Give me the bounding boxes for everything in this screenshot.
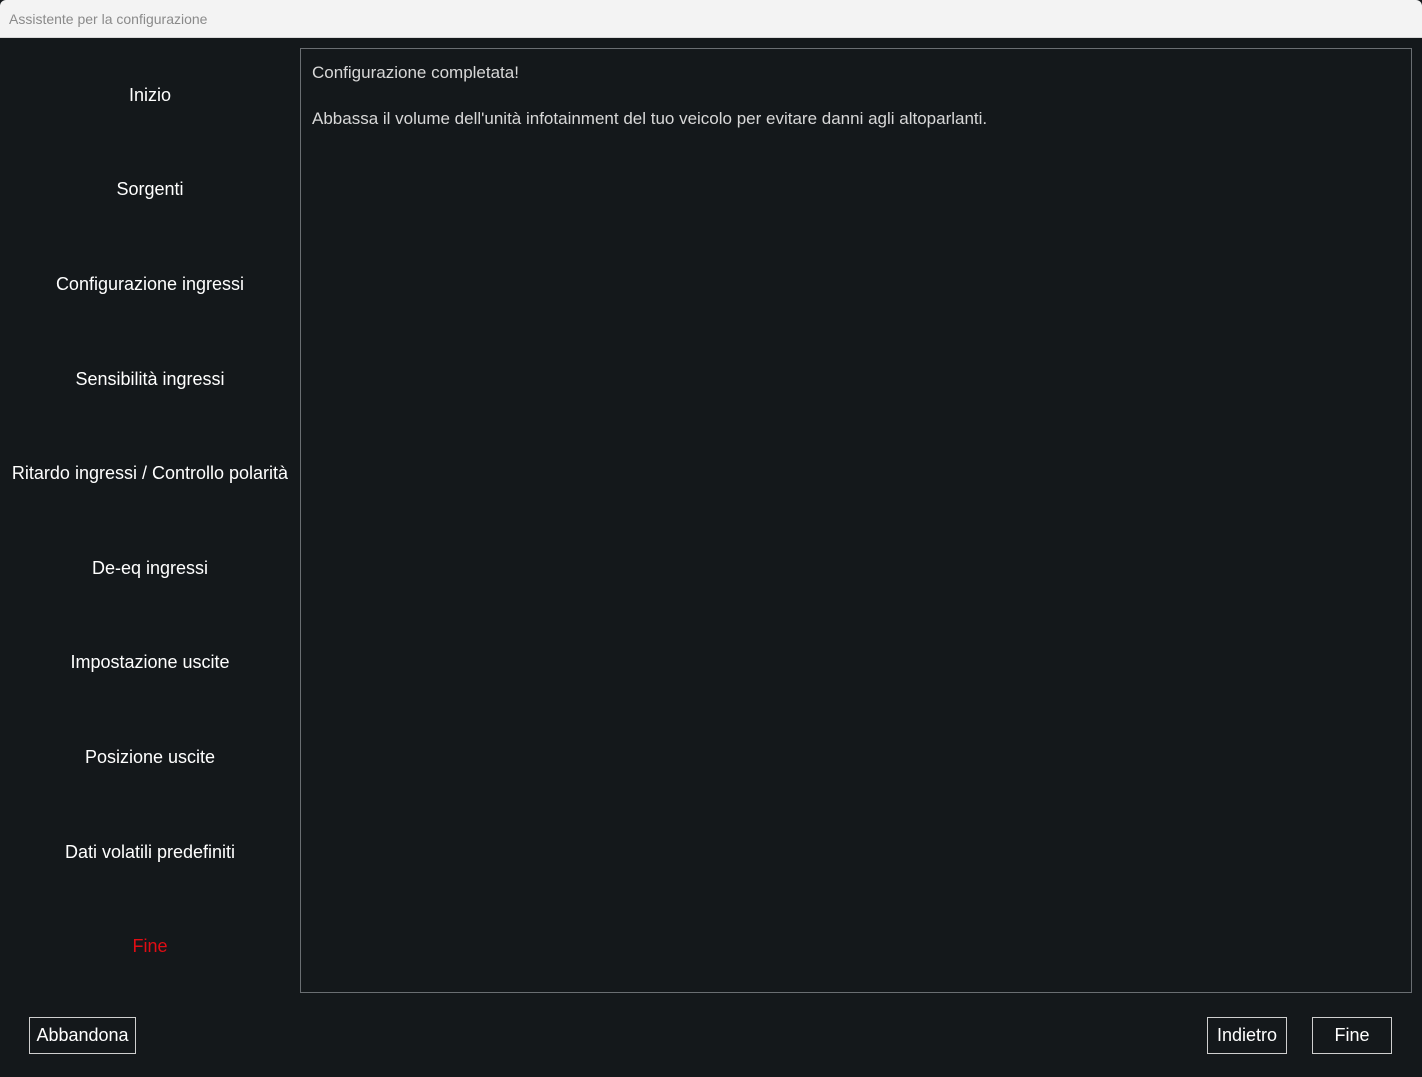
- abandon-button[interactable]: Abbandona: [29, 1017, 136, 1054]
- step-label: Impostazione uscite: [70, 652, 230, 673]
- step-configurazione-ingressi[interactable]: Configurazione ingressi: [0, 237, 300, 332]
- back-button[interactable]: Indietro: [1207, 1017, 1287, 1054]
- step-dati-volatili[interactable]: Dati volatili predefiniti: [0, 805, 300, 900]
- window-title: Assistente per la configurazione: [9, 11, 208, 27]
- completion-heading: Configurazione completata!: [312, 63, 519, 82]
- wizard-steps-sidebar: Inizio Sorgenti Configurazione ingressi …: [0, 48, 300, 994]
- content-panel: Configurazione completata! Abbassa il vo…: [300, 48, 1412, 993]
- step-label: De-eq ingressi: [91, 557, 209, 578]
- step-posizione-uscite[interactable]: Posizione uscite: [0, 710, 300, 805]
- step-ritardo-polarita[interactable]: Ritardo ingressi / Controllo polarità: [0, 426, 300, 521]
- step-label: Dati volatili predefiniti: [64, 841, 236, 862]
- step-label: Sorgenti: [116, 179, 184, 200]
- step-impostazione-uscite[interactable]: Impostazione uscite: [0, 616, 300, 711]
- step-label: Sensibilità ingressi: [75, 368, 225, 389]
- step-de-eq-ingressi[interactable]: De-eq ingressi: [0, 521, 300, 616]
- step-label: Inizio: [128, 84, 172, 105]
- title-bar[interactable]: Assistente per la configurazione: [0, 0, 1422, 38]
- step-label: Posizione uscite: [84, 746, 216, 767]
- completion-message: Abbassa il volume dell'unità infotainmen…: [312, 109, 988, 128]
- step-inizio[interactable]: Inizio: [0, 48, 300, 143]
- wizard-window: Assistente per la configurazione Inizio …: [0, 0, 1422, 1077]
- step-label: Ritardo ingressi / Controllo polarità: [11, 463, 289, 484]
- step-sorgenti[interactable]: Sorgenti: [0, 143, 300, 238]
- step-label: Fine: [132, 936, 168, 957]
- step-sensibilita-ingressi[interactable]: Sensibilità ingressi: [0, 332, 300, 427]
- step-label: Configurazione ingressi: [55, 273, 245, 294]
- finish-button[interactable]: Fine: [1312, 1017, 1392, 1054]
- step-fine[interactable]: Fine: [0, 899, 300, 994]
